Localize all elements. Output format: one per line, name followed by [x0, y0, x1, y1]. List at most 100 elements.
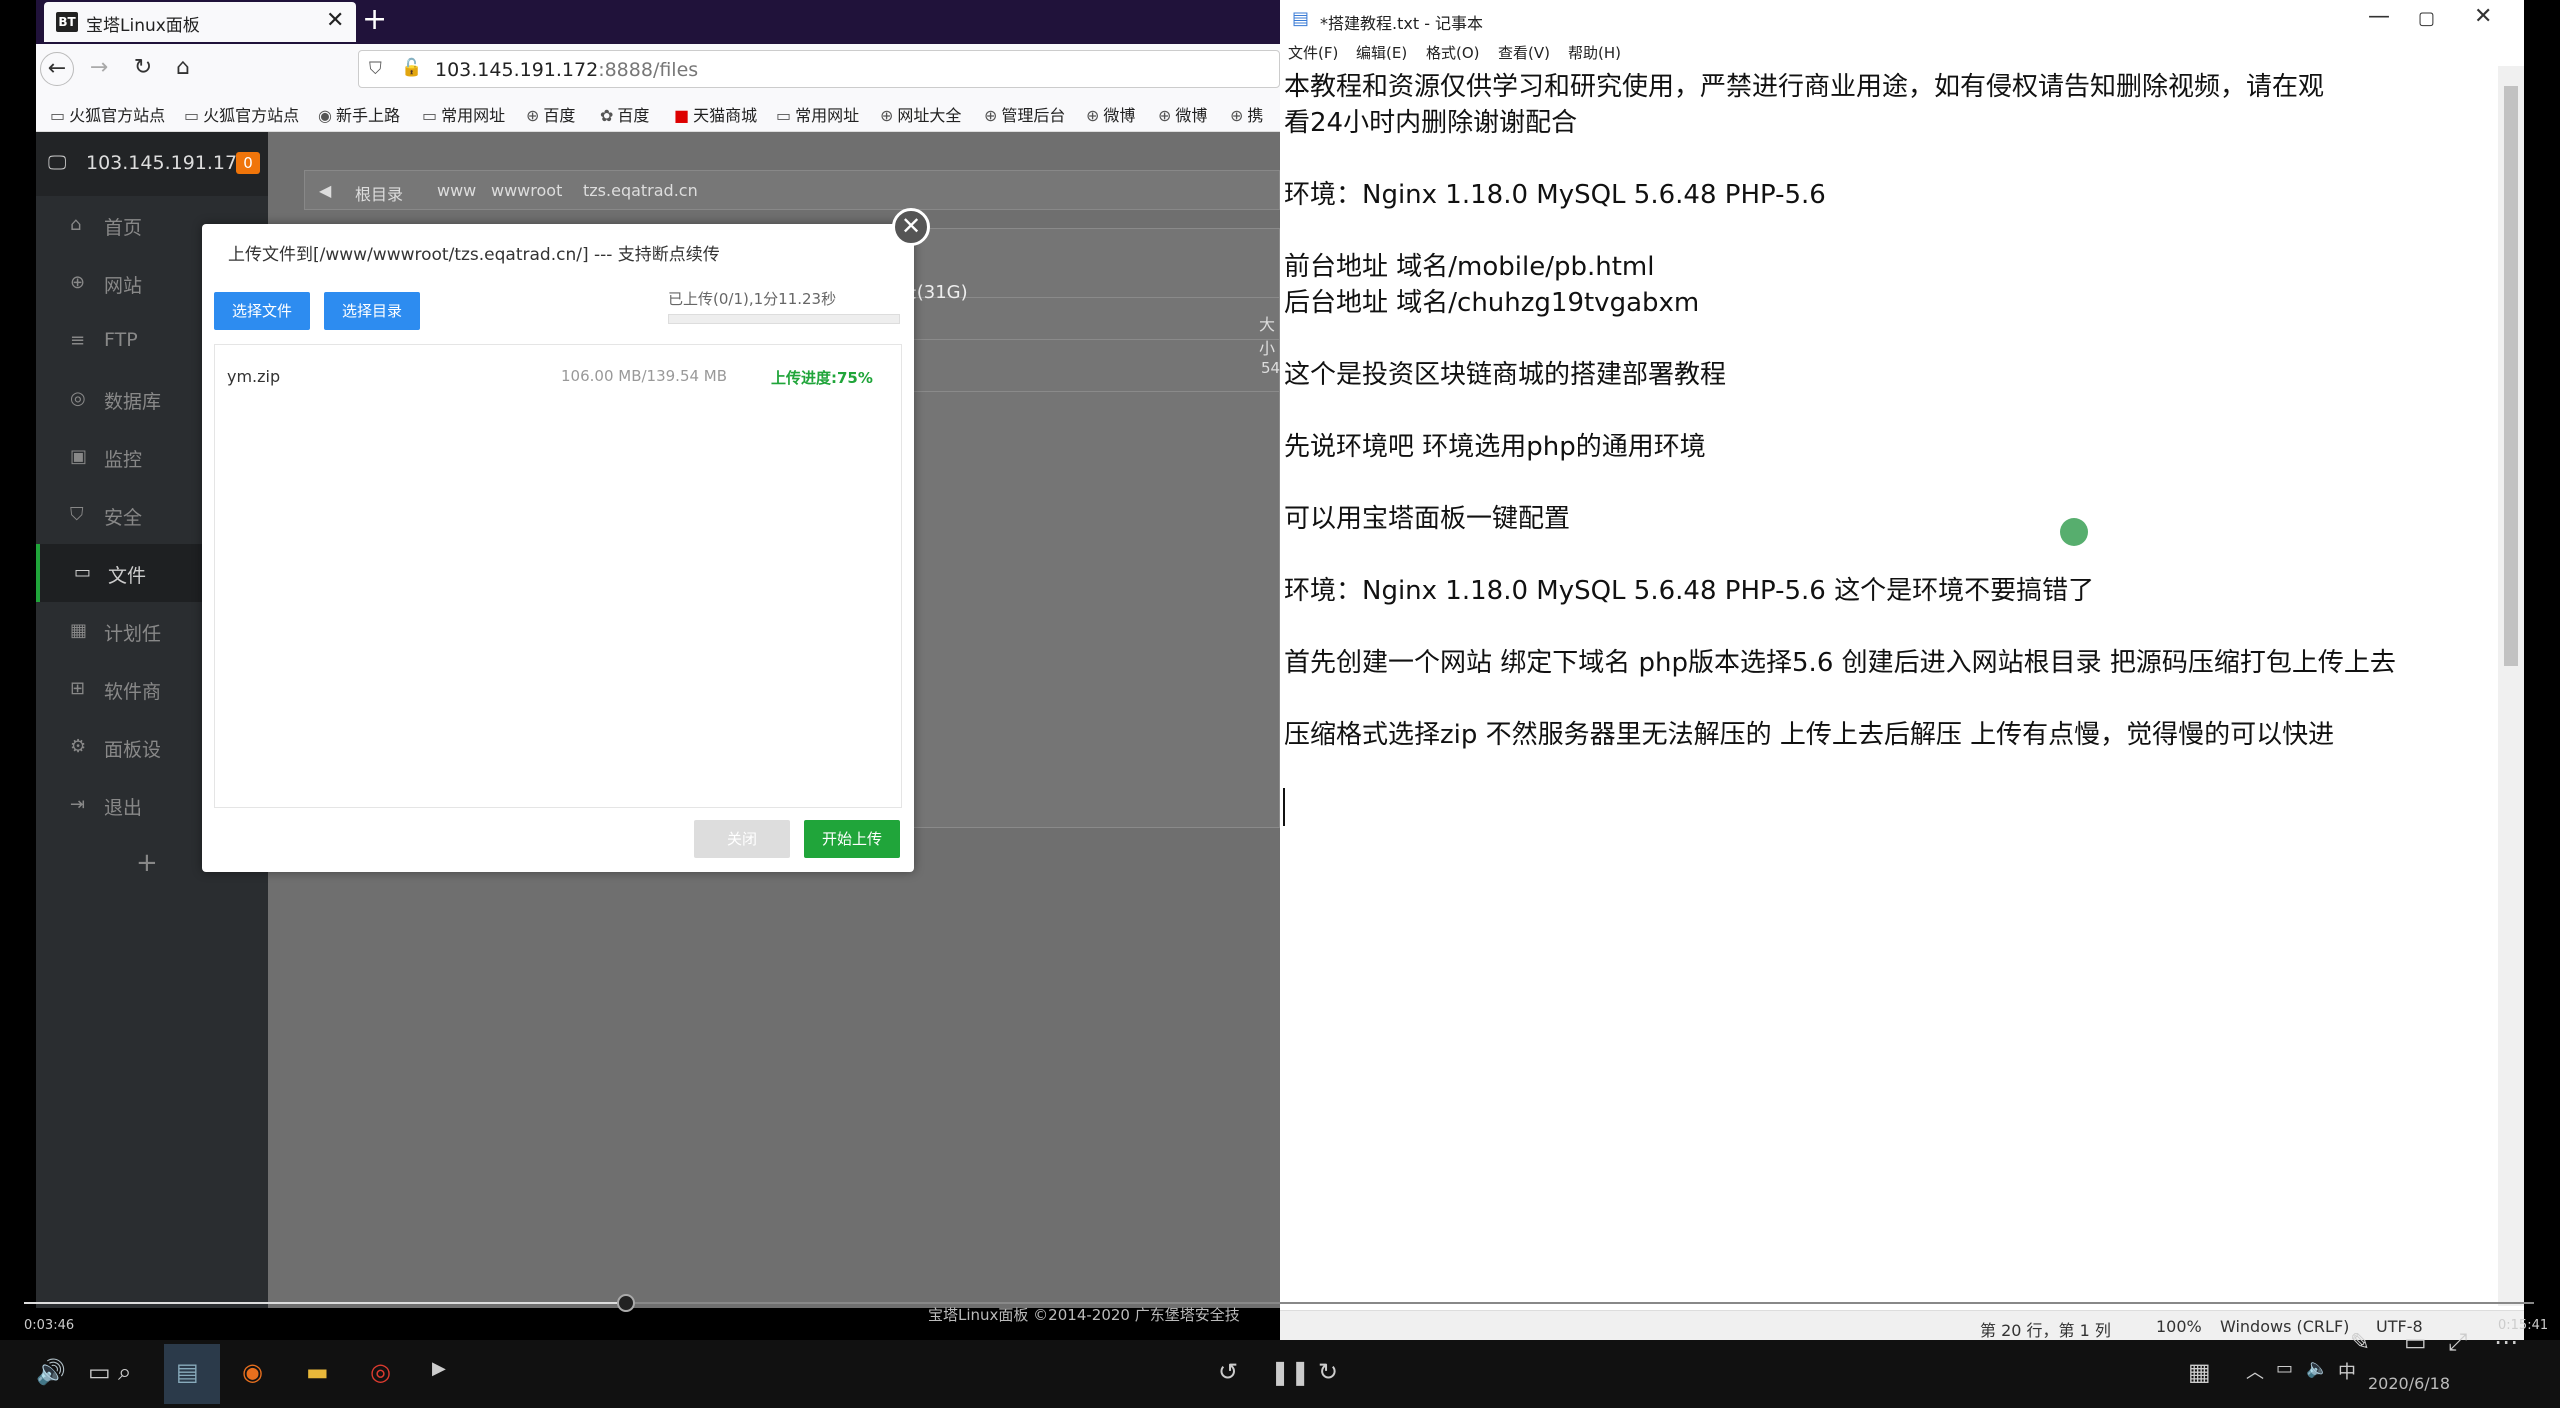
- scrollbar-thumb[interactable]: [2504, 86, 2518, 666]
- database-icon: ◎: [70, 388, 86, 409]
- reload-icon[interactable]: ↻: [126, 52, 160, 86]
- firefox-icon[interactable]: ◉: [242, 1358, 263, 1386]
- bookmark[interactable]: ✿ 百度: [600, 102, 649, 126]
- video-seek-handle[interactable]: [617, 1294, 636, 1312]
- dialog-close-icon[interactable]: ✕: [892, 208, 930, 246]
- forward-30-icon[interactable]: ↻: [1318, 1358, 1338, 1386]
- bookmark[interactable]: ⊕ 携: [1230, 102, 1263, 126]
- volume-icon[interactable]: 🔊: [36, 1358, 66, 1386]
- url-text: 103.145.191.172:8888/files: [435, 59, 699, 81]
- nav-bar: ← → ↻ ⌂ ⛉ 🔓 103.145.191.172:8888/files: [36, 44, 1280, 92]
- select-file-button[interactable]: 选择文件: [214, 292, 310, 330]
- video-seek-progress: [24, 1302, 627, 1304]
- text-line: 看24小时内删除谢谢配合: [1284, 108, 1578, 138]
- close-button[interactable]: 关闭: [694, 820, 790, 858]
- speaker-icon[interactable]: 🔈: [2306, 1358, 2328, 1379]
- minimize-icon[interactable]: —: [2368, 4, 2390, 29]
- bookmark[interactable]: ■ 天猫商城: [674, 102, 757, 126]
- text-line: 先说环境吧 环境选用php的通用环境: [1284, 432, 1706, 462]
- text-line: 环境：Nginx 1.18.0 MySQL 5.6.48 PHP-5.6: [1284, 180, 1826, 210]
- more-icon[interactable]: ⋯: [2494, 1328, 2518, 1356]
- video-time-current: 0:03:46: [24, 1318, 75, 1333]
- upload-progress-bar: [668, 314, 900, 324]
- pen-icon[interactable]: ✎: [2350, 1328, 2370, 1356]
- text-line: 前台地址 域名/mobile/pb.html: [1284, 252, 1655, 282]
- chrome-icon[interactable]: ◎: [370, 1358, 391, 1386]
- bookmark[interactable]: ◉ 新手上路: [318, 102, 400, 126]
- panel-footer: 宝塔Linux面板 ©2014-2020 广东堡塔安全技: [928, 1306, 1240, 1324]
- browser-window: BT 宝塔Linux面板 ✕ + ← → ↻ ⌂ ⛉ 🔓 103.145.191…: [36, 0, 1280, 1308]
- tab-close-icon[interactable]: ✕: [326, 8, 344, 33]
- bookmark[interactable]: ⊕ 微博: [1158, 102, 1207, 126]
- upload-file-list: ym.zip 106.00 MB/139.54 MB 上传进度:75%: [214, 344, 902, 808]
- breadcrumb-item[interactable]: wwwroot: [491, 181, 562, 200]
- video-app-icon[interactable]: ▶: [432, 1358, 446, 1379]
- notepad-titlebar: ▤ *搭建教程.txt - 记事本 — ▢ ✕: [1280, 0, 2524, 40]
- menu-file[interactable]: 文件(F): [1288, 42, 1338, 63]
- fullscreen-icon[interactable]: ⤢: [2448, 1328, 2467, 1356]
- back-icon[interactable]: ←: [40, 52, 74, 86]
- vertical-scrollbar[interactable]: [2498, 66, 2524, 1306]
- forward-icon[interactable]: →: [82, 52, 116, 86]
- close-icon[interactable]: ✕: [2474, 4, 2492, 29]
- notepad-text-area[interactable]: 本教程和资源仅供学习和研究使用，严禁进行商业用途，如有侵权请告知删除视频，请在观…: [1280, 66, 2496, 1296]
- bookmark[interactable]: ⊕ 网址大全: [880, 102, 961, 126]
- back-arrow-icon[interactable]: ◀: [319, 181, 331, 200]
- bookmark[interactable]: ▭ 火狐官方站点: [50, 102, 165, 126]
- dialog-title: 上传文件到[/www/wwwroot/tzs.eqatrad.cn/] --- …: [228, 245, 720, 265]
- breadcrumb-item[interactable]: tzs.eqatrad.cn: [583, 181, 698, 200]
- network-icon[interactable]: ▭: [2276, 1358, 2293, 1379]
- upload-status: 已上传(0/1),1分11.23秒: [668, 290, 837, 308]
- pause-icon[interactable]: ❚❚: [1270, 1358, 1310, 1386]
- bt-favicon-icon: BT: [56, 12, 78, 32]
- ftp-icon: ≡: [70, 330, 86, 351]
- bookmark[interactable]: ▭ 常用网址: [776, 102, 859, 126]
- tray-chevron-icon[interactable]: ︿: [2246, 1358, 2264, 1384]
- zoom-level: 100%: [2156, 1317, 2202, 1336]
- chat-icon[interactable]: ▭: [88, 1358, 111, 1386]
- text-caret: [1283, 788, 1285, 826]
- bookmark[interactable]: ⊕ 管理后台: [984, 102, 1065, 126]
- caption-icon[interactable]: ▭: [2404, 1328, 2427, 1356]
- breadcrumb: ◀ 根目录 www wwwroot tzs.eqatrad.cn: [304, 170, 1280, 210]
- select-dir-button[interactable]: 选择目录: [324, 292, 420, 330]
- notification-badge[interactable]: 0: [236, 152, 260, 174]
- bookmark[interactable]: ▭ 火狐官方站点: [184, 102, 299, 126]
- globe-icon: ⊕: [70, 272, 86, 293]
- home-icon[interactable]: ⌂: [166, 52, 200, 86]
- maximize-icon[interactable]: ▢: [2418, 8, 2435, 29]
- new-tab-button[interactable]: +: [362, 2, 387, 37]
- file-name: ym.zip: [227, 367, 281, 386]
- grid-icon[interactable]: ▦: [2188, 1358, 2211, 1386]
- explorer-icon[interactable]: ▬: [306, 1358, 329, 1386]
- menu-edit[interactable]: 编辑(E): [1356, 42, 1407, 63]
- gear-icon: ⚙: [70, 736, 87, 757]
- bookmark[interactable]: ⊕ 百度: [526, 102, 575, 126]
- breadcrumb-item[interactable]: www: [437, 181, 476, 200]
- browser-tab[interactable]: BT 宝塔Linux面板 ✕: [44, 2, 356, 42]
- shield-icon: ⛉: [369, 59, 382, 79]
- text-line: 压缩格式选择zip 不然服务器里无法解压的 上传上去后解压 上传有点慢，觉得慢的…: [1284, 720, 2335, 750]
- notepad-icon: ▤: [1292, 8, 1310, 29]
- search-icon[interactable]: ⌕: [118, 1358, 131, 1386]
- start-upload-button[interactable]: 开始上传: [804, 820, 900, 858]
- monitor-icon: 🖵: [48, 152, 67, 174]
- cursor-position: 第 20 行，第 1 列: [1980, 1321, 2111, 1340]
- breadcrumb-item[interactable]: 根目录: [355, 181, 403, 205]
- notepad-statusbar: 第 20 行，第 1 列 100% Windows (CRLF) UTF-8: [1280, 1310, 2524, 1340]
- logout-icon: ⇥: [70, 794, 86, 815]
- menu-format[interactable]: 格式(O): [1426, 42, 1480, 63]
- server-ip: 103.145.191.172: [86, 152, 250, 174]
- ime-icon[interactable]: 中: [2338, 1358, 2356, 1384]
- bookmark[interactable]: ▭ 常用网址: [422, 102, 505, 126]
- menu-view[interactable]: 查看(V): [1498, 42, 1550, 63]
- taskbar: 🔊 ▭ ⌕ ▤ ◉ ▬ ◎ ▶ ↺ ❚❚ ↻ ▦ ︿ ▭ 🔈 中 ✎ ▭ ⤢ ⋯…: [0, 1328, 2560, 1408]
- menu-help[interactable]: 帮助(H): [1568, 42, 1621, 63]
- text-line: 环境：Nginx 1.18.0 MySQL 5.6.48 PHP-5.6 这个是…: [1284, 576, 2095, 606]
- file-progress: 上传进度:75%: [771, 369, 873, 387]
- url-bar[interactable]: ⛉ 🔓 103.145.191.172:8888/files: [358, 50, 1280, 88]
- rewind-10-icon[interactable]: ↺: [1218, 1358, 1238, 1386]
- add-icon[interactable]: +: [136, 848, 158, 878]
- bookmark[interactable]: ⊕ 微博: [1086, 102, 1135, 126]
- mouse-cursor-highlight: [2060, 518, 2088, 546]
